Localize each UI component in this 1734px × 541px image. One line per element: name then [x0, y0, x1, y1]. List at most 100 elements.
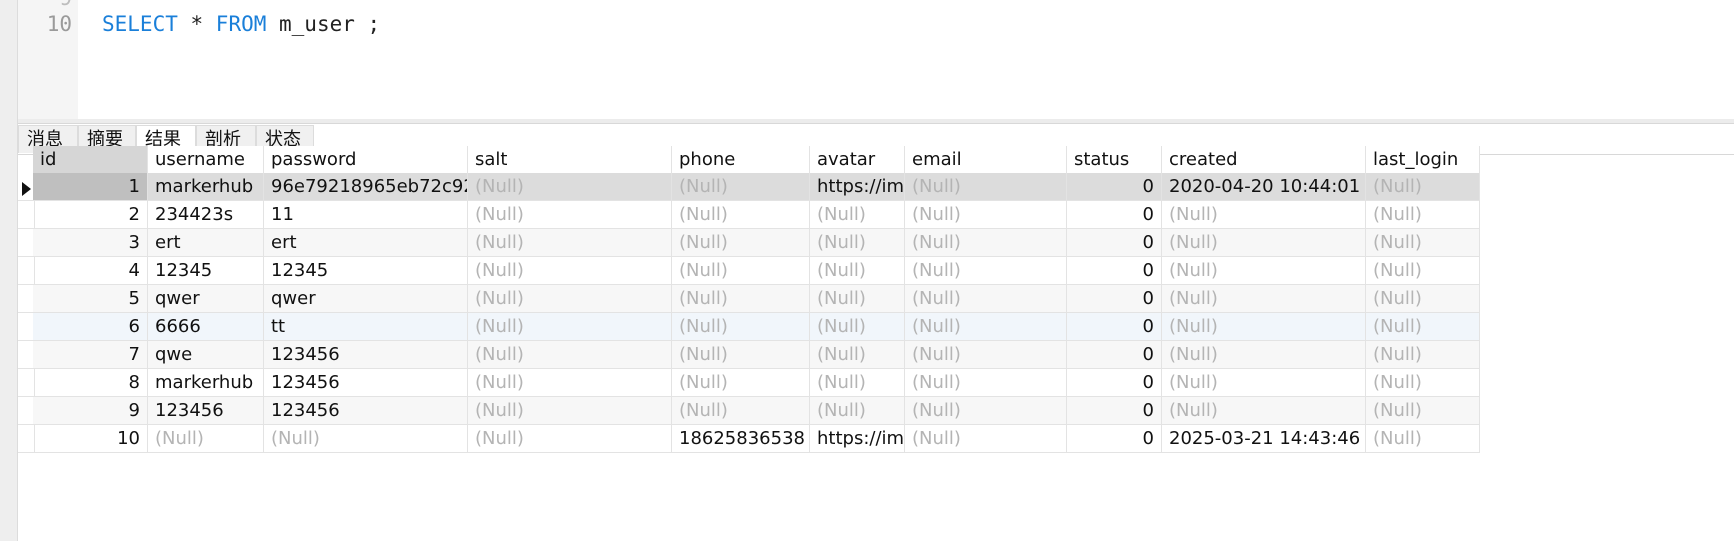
column-header-last-login[interactable]: last_login	[1366, 146, 1480, 174]
column-header-id[interactable]: id	[33, 146, 148, 174]
cell-id[interactable]: 3	[33, 229, 148, 257]
cell-salt[interactable]: (Null)	[468, 201, 672, 229]
cell-phone[interactable]: (Null)	[672, 285, 810, 313]
cell-email[interactable]: (Null)	[905, 425, 1067, 453]
cell-username[interactable]: markerhub	[148, 369, 264, 397]
column-header-username[interactable]: username	[148, 146, 264, 174]
cell-salt[interactable]: (Null)	[468, 313, 672, 341]
cell-last-login[interactable]: (Null)	[1366, 369, 1480, 397]
cell-username[interactable]: 234423s	[148, 201, 264, 229]
cell-email[interactable]: (Null)	[905, 173, 1067, 201]
cell-last-login[interactable]: (Null)	[1366, 313, 1480, 341]
cell-password[interactable]: 123456	[264, 369, 468, 397]
cell-avatar[interactable]: https://ima	[810, 173, 905, 201]
cell-id[interactable]: 7	[33, 341, 148, 369]
cell-last-login[interactable]: (Null)	[1366, 397, 1480, 425]
sql-editor[interactable]: 9 10 SELECT * FROM m_user ;	[18, 0, 1734, 119]
cell-id[interactable]: 2	[33, 201, 148, 229]
cell-created[interactable]: (Null)	[1162, 313, 1366, 341]
cell-avatar[interactable]: https://ima	[810, 425, 905, 453]
cell-phone[interactable]: (Null)	[672, 341, 810, 369]
column-header-created[interactable]: created	[1162, 146, 1366, 174]
cell-username[interactable]: 123456	[148, 397, 264, 425]
cell-email[interactable]: (Null)	[905, 369, 1067, 397]
cell-status[interactable]: 0	[1067, 229, 1162, 257]
cell-id[interactable]: 8	[33, 369, 148, 397]
cell-created[interactable]: (Null)	[1162, 285, 1366, 313]
cell-salt[interactable]: (Null)	[468, 425, 672, 453]
cell-password[interactable]: qwer	[264, 285, 468, 313]
cell-password[interactable]: 123456	[264, 397, 468, 425]
column-header-password[interactable]: password	[264, 146, 468, 174]
cell-status[interactable]: 0	[1067, 341, 1162, 369]
cell-last-login[interactable]: (Null)	[1366, 229, 1480, 257]
cell-phone[interactable]: (Null)	[672, 201, 810, 229]
cell-id[interactable]: 4	[33, 257, 148, 285]
cell-email[interactable]: (Null)	[905, 313, 1067, 341]
cell-avatar[interactable]: (Null)	[810, 313, 905, 341]
cell-phone[interactable]: (Null)	[672, 397, 810, 425]
cell-created[interactable]: (Null)	[1162, 341, 1366, 369]
cell-password[interactable]: tt	[264, 313, 468, 341]
cell-id[interactable]: 5	[33, 285, 148, 313]
cell-salt[interactable]: (Null)	[468, 341, 672, 369]
cell-password[interactable]: (Null)	[264, 425, 468, 453]
cell-salt[interactable]: (Null)	[468, 229, 672, 257]
column-header-email[interactable]: email	[905, 146, 1067, 174]
cell-username[interactable]: qwe	[148, 341, 264, 369]
cell-password[interactable]: 11	[264, 201, 468, 229]
cell-last-login[interactable]: (Null)	[1366, 285, 1480, 313]
cell-last-login[interactable]: (Null)	[1366, 257, 1480, 285]
cell-password[interactable]: 96e79218965eb72c92a5	[264, 173, 468, 201]
cell-username[interactable]: 6666	[148, 313, 264, 341]
cell-id[interactable]: 1	[33, 173, 148, 201]
cell-phone[interactable]: (Null)	[672, 369, 810, 397]
cell-created[interactable]: (Null)	[1162, 397, 1366, 425]
cell-password[interactable]: 12345	[264, 257, 468, 285]
column-header-salt[interactable]: salt	[468, 146, 672, 174]
cell-status[interactable]: 0	[1067, 201, 1162, 229]
cell-id[interactable]: 10	[33, 425, 148, 453]
cell-username[interactable]: ert	[148, 229, 264, 257]
cell-salt[interactable]: (Null)	[468, 369, 672, 397]
cell-avatar[interactable]: (Null)	[810, 257, 905, 285]
cell-status[interactable]: 0	[1067, 369, 1162, 397]
cell-password[interactable]: ert	[264, 229, 468, 257]
cell-avatar[interactable]: (Null)	[810, 285, 905, 313]
cell-avatar[interactable]: (Null)	[810, 201, 905, 229]
column-header-avatar[interactable]: avatar	[810, 146, 905, 174]
cell-id[interactable]: 6	[33, 313, 148, 341]
cell-username[interactable]: markerhub	[148, 173, 264, 201]
cell-created[interactable]: (Null)	[1162, 257, 1366, 285]
cell-salt[interactable]: (Null)	[468, 397, 672, 425]
cell-phone[interactable]: (Null)	[672, 257, 810, 285]
cell-username[interactable]: 12345	[148, 257, 264, 285]
cell-last-login[interactable]: (Null)	[1366, 341, 1480, 369]
cell-phone[interactable]: (Null)	[672, 229, 810, 257]
cell-email[interactable]: (Null)	[905, 285, 1067, 313]
cell-last-login[interactable]: (Null)	[1366, 173, 1480, 201]
column-header-phone[interactable]: phone	[672, 146, 810, 174]
cell-created[interactable]: 2025-03-21 14:43:46	[1162, 425, 1366, 453]
cell-email[interactable]: (Null)	[905, 397, 1067, 425]
sql-query-line[interactable]: SELECT * FROM m_user ;	[102, 12, 380, 36]
cell-created[interactable]: (Null)	[1162, 229, 1366, 257]
cell-salt[interactable]: (Null)	[468, 285, 672, 313]
cell-phone[interactable]: (Null)	[672, 173, 810, 201]
column-header-status[interactable]: status	[1067, 146, 1162, 174]
cell-status[interactable]: 0	[1067, 285, 1162, 313]
cell-created[interactable]: 2020-04-20 10:44:01	[1162, 173, 1366, 201]
cell-status[interactable]: 0	[1067, 257, 1162, 285]
cell-email[interactable]: (Null)	[905, 201, 1067, 229]
cell-status[interactable]: 0	[1067, 397, 1162, 425]
cell-avatar[interactable]: (Null)	[810, 369, 905, 397]
cell-last-login[interactable]: (Null)	[1366, 425, 1480, 453]
cell-created[interactable]: (Null)	[1162, 369, 1366, 397]
cell-email[interactable]: (Null)	[905, 229, 1067, 257]
cell-status[interactable]: 0	[1067, 313, 1162, 341]
cell-email[interactable]: (Null)	[905, 341, 1067, 369]
cell-salt[interactable]: (Null)	[468, 173, 672, 201]
cell-salt[interactable]: (Null)	[468, 257, 672, 285]
cell-id[interactable]: 9	[33, 397, 148, 425]
cell-avatar[interactable]: (Null)	[810, 229, 905, 257]
